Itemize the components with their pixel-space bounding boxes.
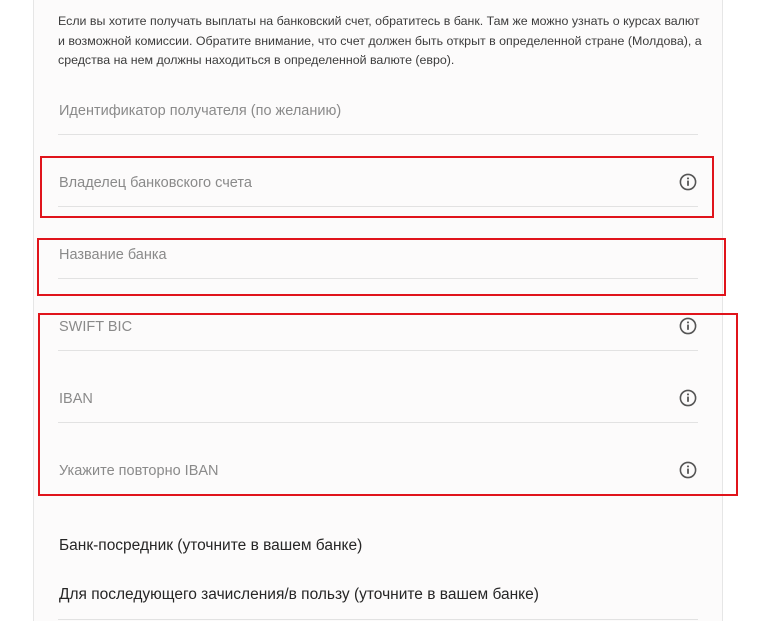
further-credit-field[interactable]: Для последующего зачисления/в пользу (ут… [58,575,698,620]
swift-bic-placeholder: SWIFT BIC [59,319,133,335]
account-holder-field[interactable]: Владелец банковского счета [58,162,698,207]
bank-info-text: Если вы хотите получать выплаты на банко… [58,14,702,67]
swift-bic-info-icon[interactable] [679,317,697,335]
bank-name-placeholder: Название банка [59,247,167,263]
bank-name-field[interactable]: Название банка [58,234,698,279]
iban-repeat-info-icon[interactable] [679,461,697,479]
recipient-id-placeholder: Идентификатор получателя (по желанию) [59,103,342,119]
account-holder-info-icon[interactable] [679,173,697,191]
intermediary-bank-label: Банк-посредник (уточните в вашем банке) [59,537,363,554]
iban-info-icon[interactable] [679,389,697,407]
account-holder-placeholder: Владелец банковского счета [59,175,252,191]
iban-repeat-placeholder: Укажите повторно IBAN [59,463,219,479]
iban-placeholder: IBAN [59,391,93,407]
recipient-id-field[interactable]: Идентификатор получателя (по желанию) [58,90,698,135]
page: Если вы хотите получать выплаты на банко… [0,0,779,621]
intermediary-bank-field[interactable]: Банк-посредник (уточните в вашем банке) [58,526,698,570]
iban-field[interactable]: IBAN [58,378,698,423]
iban-repeat-field[interactable]: Укажите повторно IBAN [58,450,698,495]
further-credit-label: Для последующего зачисления/в пользу (ут… [59,586,539,603]
swift-bic-field[interactable]: SWIFT BIC [58,306,698,351]
